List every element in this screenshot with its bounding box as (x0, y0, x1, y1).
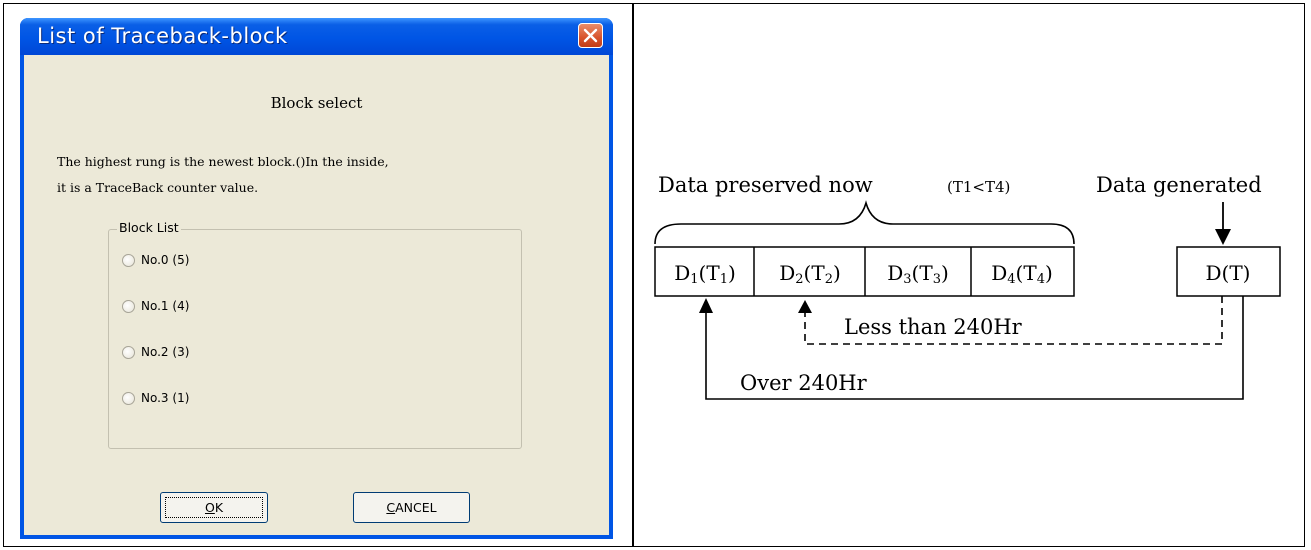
title-bar[interactable]: List of Traceback-block (20, 18, 613, 55)
close-icon (583, 28, 598, 43)
preserved-condition-label: (T1<T4) (947, 178, 1010, 196)
ok-button[interactable]: OK (160, 492, 268, 523)
dialog-description: The highest rung is the newest block.()I… (57, 154, 389, 195)
data-preserved-label: Data preserved now (658, 173, 873, 197)
block-option-3[interactable]: No.3 (1) (122, 388, 189, 408)
radio-button[interactable] (122, 299, 135, 313)
radio-button[interactable] (122, 391, 135, 405)
block-list-group: Block List No.0 (5) No.1 (4) No.2 (3) No… (108, 220, 522, 449)
option-label: No.0 (5) (141, 253, 190, 267)
block-list-label: Block List (117, 220, 181, 235)
over-label: Over 240Hr (740, 371, 868, 395)
block-option-2[interactable]: No.2 (3) (122, 342, 189, 362)
option-label: No.3 (1) (141, 391, 190, 405)
data-generated-label: Data generated (1096, 173, 1262, 197)
radio-button[interactable] (122, 253, 135, 267)
window-title: List of Traceback-block (37, 24, 288, 48)
less-than-arrowhead (798, 300, 812, 313)
focus-rect (165, 497, 263, 518)
radio-button[interactable] (122, 345, 135, 359)
cancel-button[interactable]: CANCEL (353, 492, 470, 523)
dialog-body: Block select The highest rung is the new… (24, 55, 609, 535)
close-button[interactable] (578, 23, 603, 48)
block-option-0[interactable]: No.0 (5) (122, 250, 189, 270)
traceback-block-dialog: List of Traceback-block Block select The… (20, 18, 613, 539)
new-data-label: D(T) (1206, 261, 1251, 285)
curly-brace (654, 200, 1075, 245)
data-retention-diagram: Data preserved now (T1<T4) Data generate… (654, 173, 1281, 400)
option-label: No.1 (4) (141, 299, 190, 313)
over-arrowhead (699, 298, 713, 313)
block-option-1[interactable]: No.1 (4) (122, 296, 189, 316)
option-label: No.2 (3) (141, 345, 190, 359)
generated-arrowhead (1215, 229, 1231, 245)
less-than-label: Less than 240Hr (844, 315, 1023, 339)
dialog-heading: Block select (270, 94, 363, 112)
